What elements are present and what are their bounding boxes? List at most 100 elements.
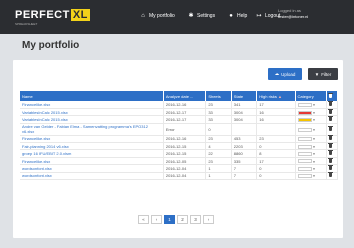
file-name-link[interactable]: VariablesInCalc 2015.xlsx	[20, 115, 164, 124]
high-risks-value: 17	[256, 101, 296, 109]
file-name-link[interactable]: VariablesInCalc 2015.xlsx	[20, 108, 164, 117]
nav-logout[interactable]: ↦ Logout	[256, 13, 280, 19]
file-name-link[interactable]: wordsonfont.xlsx	[20, 172, 164, 181]
table-row[interactable]: Andre van Gelder - Fabian Elma - Samenva…	[20, 123, 338, 136]
category-select[interactable]: ▼	[295, 149, 328, 158]
chevron-down-icon: ▼	[312, 102, 316, 107]
delete-button[interactable]	[326, 149, 338, 158]
trash-icon	[328, 150, 334, 156]
table-row[interactable]: Financelike.xlsx 2016-12-05 23 335 17 ▼	[20, 157, 338, 166]
delete-button[interactable]	[326, 100, 338, 109]
pager-next[interactable]: ›	[203, 215, 214, 224]
table-row[interactable]: VariablesInCalc 2015.xlsx 2016-12-17 33 300…	[20, 108, 338, 117]
sheets-count: 33	[205, 115, 232, 124]
pager-page-1[interactable]: 1	[164, 215, 175, 224]
category-select[interactable]: ▼	[295, 135, 328, 144]
category-color-swatch	[297, 117, 312, 122]
col-category[interactable]: Category	[295, 91, 328, 101]
file-name-link[interactable]: Financelike.xlsx	[20, 157, 164, 166]
delete-button[interactable]	[326, 123, 338, 136]
col-state[interactable]: State	[231, 91, 258, 101]
delete-button[interactable]	[326, 157, 338, 166]
category-select[interactable]: ▼	[295, 115, 328, 124]
pager-page-2[interactable]: 2	[177, 215, 188, 224]
category-color-swatch	[297, 110, 312, 115]
delete-button[interactable]	[326, 108, 338, 117]
category-select[interactable]: ▼	[295, 108, 328, 117]
table-row[interactable]: wordsonfont.xlsx 2016-12-04 1 7 0 ▼	[20, 164, 338, 173]
upload-button-label: Upload	[281, 71, 296, 77]
sheets-count: 0	[205, 123, 232, 136]
file-name-link[interactable]: Financelike.xlsx	[20, 135, 164, 144]
trash-icon	[328, 92, 334, 98]
pager-prev[interactable]: ‹	[151, 215, 162, 224]
delete-button[interactable]	[326, 172, 338, 181]
file-name-link[interactable]: Fair-planning 2014 v6.xlsx	[20, 142, 164, 151]
col-sheets[interactable]: Sheets	[205, 91, 232, 101]
table-body: Financelike.xlsx 2016-12-16 23 341 17 ▼ Variab…	[20, 100, 338, 181]
col-name[interactable]: Name	[20, 91, 164, 101]
table-row[interactable]: Financelike.xlsx 2016-12-16 23 453 23 ▼	[20, 135, 338, 144]
category-select[interactable]: ▼	[295, 123, 328, 136]
category-select[interactable]: ▼	[295, 101, 328, 109]
file-name-link[interactable]: groep 16 IFU/EBIT 2.0.xlsm	[20, 149, 164, 158]
category-select[interactable]: ▼	[295, 142, 328, 151]
analyze-date: 2016-12-04	[163, 172, 207, 181]
category-color-swatch	[297, 127, 312, 132]
file-name-link[interactable]: Financelike.xlsx	[20, 101, 164, 109]
delete-button[interactable]	[326, 164, 338, 173]
file-name-link[interactable]: wordsonfont.xlsx	[20, 164, 164, 173]
logo-xl: XL	[70, 9, 90, 21]
analyze-date: 2016-12-16	[163, 135, 207, 144]
analyze-date: 2016-12-15	[163, 142, 207, 151]
state-value: 335	[231, 157, 258, 166]
col-actions	[326, 91, 338, 101]
upload-icon: ☁	[274, 71, 280, 76]
high-risks-value: 16	[256, 108, 296, 117]
pager-first[interactable]: «	[138, 215, 149, 224]
delete-button[interactable]	[326, 135, 338, 144]
state-value: 8860	[231, 149, 258, 158]
table-row[interactable]: Financelike.xlsx 2016-12-16 23 341 17 ▼	[20, 100, 338, 109]
upload-button[interactable]: ☁ Upload	[268, 68, 302, 80]
col-high-risks-label: High risks	[259, 93, 277, 99]
trash-icon	[328, 100, 334, 106]
state-value: 7	[231, 164, 258, 173]
trash-icon	[328, 108, 334, 114]
category-select[interactable]: ▼	[295, 172, 328, 181]
filter-button[interactable]: ▼ Filter	[308, 68, 338, 80]
table-row[interactable]: groep 16 IFU/EBIT 2.0.xlsm 2016-12-15 22 88…	[20, 149, 338, 158]
delete-button[interactable]	[326, 142, 338, 151]
category-select[interactable]: ▼	[295, 164, 328, 173]
analyze-date: 2016-12-17	[163, 108, 207, 117]
high-risks-value	[256, 123, 296, 136]
col-high-risks[interactable]: High risks ▲	[256, 91, 296, 101]
analyze-date: 2016-12-15	[163, 149, 207, 158]
app-logo[interactable]: PERFECT XL	[15, 9, 90, 21]
category-color-swatch	[297, 166, 312, 171]
trash-icon	[328, 135, 334, 141]
analyze-date: Error	[163, 123, 207, 136]
nav-my-portfolio-label: My portfolio	[149, 13, 175, 19]
chevron-down-icon: ▼	[312, 152, 316, 157]
sheets-count: 23	[205, 157, 232, 166]
trash-icon	[328, 157, 334, 163]
file-name-link[interactable]: Andre van Gelder - Fabian Elma - Samenva…	[20, 123, 164, 136]
nav-settings-label: Settings	[197, 13, 216, 19]
logo-text: PERFECT	[15, 9, 70, 21]
nav-my-portfolio[interactable]: ⌂ My portfolio	[140, 13, 175, 19]
pager-page-3[interactable]: 3	[190, 215, 201, 224]
col-analyze-date[interactable]: Analyze date ...	[163, 91, 207, 101]
table-header-row: Name Analyze date ... Sheets State High …	[20, 91, 338, 101]
table-row[interactable]: VariablesInCalc 2015.xlsx 2016-12-17 33 300…	[20, 115, 338, 124]
table-row[interactable]: wordsonfont.xlsx 2016-12-04 1 7 0 ▼	[20, 172, 338, 181]
trash-icon	[328, 125, 334, 131]
table-row[interactable]: Fair-planning 2014 v6.xlsx 2016-12-15 4 220…	[20, 142, 338, 151]
page-title: My portfolio	[22, 40, 80, 51]
nav-settings[interactable]: ✱ Settings	[188, 13, 215, 19]
nav-help[interactable]: ● Help	[228, 13, 247, 19]
state-value: 341	[231, 101, 258, 109]
category-color-swatch	[297, 144, 312, 149]
category-select[interactable]: ▼	[295, 157, 328, 166]
delete-button[interactable]	[326, 115, 338, 124]
